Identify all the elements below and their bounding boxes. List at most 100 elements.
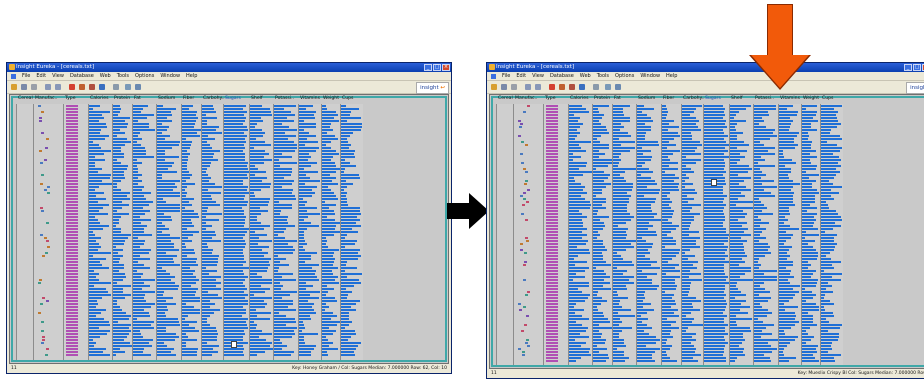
help-icon[interactable] (135, 84, 141, 90)
color-icon[interactable] (579, 84, 585, 90)
column-header-vitamins[interactable]: Vitamins (780, 96, 800, 102)
menu-file[interactable]: File (502, 72, 510, 80)
menu-view[interactable]: View (52, 72, 64, 80)
save-icon[interactable] (501, 84, 507, 90)
column-header-shelf[interactable]: Shelf (731, 96, 743, 102)
column-header-protein[interactable]: Protein (594, 96, 610, 102)
column-header-carbohy[interactable]: Carbohy.. (683, 96, 705, 102)
column-fiber[interactable] (181, 104, 202, 360)
column-carbohy[interactable] (681, 104, 704, 365)
maximize-button[interactable]: □ (913, 64, 921, 71)
zoom-icon[interactable] (605, 84, 611, 90)
grid-icon[interactable] (593, 84, 599, 90)
open-icon[interactable] (491, 84, 497, 90)
menu-window[interactable]: Window (640, 72, 660, 80)
menu-help[interactable]: Help (666, 72, 677, 80)
save-icon[interactable] (21, 84, 27, 90)
column-header-manufac[interactable]: Manufac.. (515, 96, 537, 102)
menu-database[interactable]: Database (70, 72, 94, 80)
column-vitamins[interactable] (298, 104, 322, 360)
menu-view[interactable]: View (532, 72, 544, 80)
column-header-fiber[interactable]: Fiber (663, 96, 674, 102)
help-icon[interactable] (615, 84, 621, 90)
column-sugars[interactable] (703, 104, 730, 365)
column-header-protein[interactable]: Protein (114, 96, 130, 102)
column-type[interactable] (543, 104, 569, 365)
menu-database[interactable]: Database (550, 72, 574, 80)
column-fat[interactable] (612, 104, 637, 365)
column-header-calories[interactable]: Calories (570, 96, 589, 102)
menu-edit[interactable]: Edit (36, 72, 46, 80)
column-shelf[interactable] (729, 104, 754, 365)
menu-edit[interactable]: Edit (516, 72, 526, 80)
column-potassi[interactable] (273, 104, 299, 360)
forward-icon[interactable] (55, 84, 61, 90)
column-header-sodium[interactable]: Sodium (158, 96, 175, 102)
color-icon[interactable] (99, 84, 105, 90)
chart-icon[interactable] (69, 84, 75, 90)
grid-icon[interactable] (113, 84, 119, 90)
sort-icon[interactable] (79, 84, 85, 90)
column-calories[interactable] (568, 104, 593, 365)
data-grid[interactable]: Cereal Manufac.. Type Calories Protein Fat Sod… (9, 94, 449, 364)
column-header-shelf[interactable]: Shelf (251, 96, 263, 102)
column-cereal[interactable] (496, 104, 514, 365)
column-cups[interactable] (340, 104, 363, 360)
filter-icon[interactable] (569, 84, 575, 90)
data-grid[interactable]: Cereal Manufac.. Type Calories Protein Fat Sod… (489, 94, 924, 369)
forward-icon[interactable] (535, 84, 541, 90)
column-header-potassi[interactable]: Potassi.. (275, 96, 294, 102)
column-header-cups[interactable]: Cups (822, 96, 833, 102)
print-icon[interactable] (511, 84, 517, 90)
column-header-cereal[interactable]: Cereal (498, 96, 513, 102)
column-carbohy[interactable] (201, 104, 224, 360)
open-icon[interactable] (11, 84, 17, 90)
back-icon[interactable] (525, 84, 531, 90)
column-sodium[interactable] (156, 104, 182, 360)
close-button[interactable]: × (442, 64, 450, 71)
column-fiber[interactable] (661, 104, 682, 365)
column-header-weight[interactable]: Weight (323, 96, 339, 102)
column-header-sodium[interactable]: Sodium (638, 96, 655, 102)
column-potassi[interactable] (753, 104, 779, 365)
menu-file[interactable]: File (22, 72, 30, 80)
column-header-vitamins[interactable]: Vitamins (300, 96, 320, 102)
column-shelf[interactable] (249, 104, 274, 360)
minimize-button[interactable]: _ (424, 64, 432, 71)
column-header-potassi[interactable]: Potassi.. (755, 96, 774, 102)
minimize-button[interactable]: _ (904, 64, 912, 71)
column-protein[interactable] (592, 104, 613, 365)
maximize-button[interactable]: □ (433, 64, 441, 71)
print-icon[interactable] (31, 84, 37, 90)
column-sodium[interactable] (636, 104, 662, 365)
column-sugars[interactable] (223, 104, 250, 360)
menu-tools[interactable]: Tools (597, 72, 609, 80)
column-header-sugars[interactable]: Sugars (705, 96, 721, 102)
zoom-icon[interactable] (125, 84, 131, 90)
column-header-weight[interactable]: Weight (803, 96, 819, 102)
column-header-cups[interactable]: Cups (342, 96, 353, 102)
filter-icon[interactable] (89, 84, 95, 90)
menu-help[interactable]: Help (186, 72, 197, 80)
menu-options[interactable]: Options (135, 72, 154, 80)
column-fat[interactable] (132, 104, 157, 360)
column-protein[interactable] (112, 104, 133, 360)
column-cereal[interactable] (16, 104, 34, 360)
column-header-sugars[interactable]: Sugars (225, 96, 241, 102)
column-header-type[interactable]: Type (65, 96, 76, 102)
column-header-calories[interactable]: Calories (90, 96, 109, 102)
menu-options[interactable]: Options (615, 72, 634, 80)
sort-icon[interactable] (559, 84, 565, 90)
menu-web[interactable]: Web (580, 72, 591, 80)
menu-web[interactable]: Web (100, 72, 111, 80)
column-manufac[interactable] (513, 104, 544, 365)
column-cups[interactable] (820, 104, 843, 365)
column-header-fat[interactable]: Fat (614, 96, 621, 102)
column-header-fat[interactable]: Fat (134, 96, 141, 102)
menu-tools[interactable]: Tools (117, 72, 129, 80)
column-type[interactable] (63, 104, 89, 360)
column-header-manufac[interactable]: Manufac.. (35, 96, 57, 102)
column-header-type[interactable]: Type (545, 96, 556, 102)
chart-icon[interactable] (549, 84, 555, 90)
column-vitamins[interactable] (778, 104, 802, 365)
